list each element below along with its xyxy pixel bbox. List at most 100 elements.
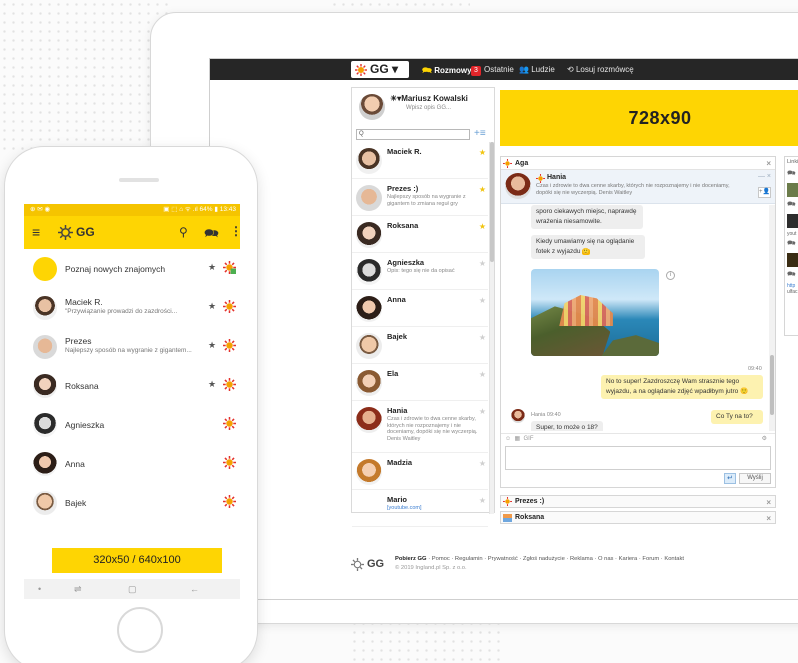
star-icon[interactable]: ★	[479, 222, 486, 231]
app-title: GG	[76, 225, 95, 239]
star-icon[interactable]: ★	[479, 459, 486, 468]
close-icon[interactable]: ×	[766, 157, 771, 170]
star-icon[interactable]: ★	[479, 185, 486, 194]
list-item[interactable]: Poznaj nowych znajomych ★	[24, 249, 240, 288]
contact-search-input[interactable]: Q	[356, 129, 470, 140]
contact-item[interactable]: Ela ★	[352, 364, 488, 401]
link-thumbnail[interactable]	[787, 214, 798, 228]
chat-tab-label: Aga	[515, 160, 529, 167]
contact-name: Roksana	[65, 381, 99, 391]
nav-label: Ludzie	[531, 65, 555, 74]
phone-screen: ⊕ ✉ ◉ ▣ ⬚ ⌂ ᯤ .ıl 64% ▮ 13:43 ≡ GG ⚲ 🗪 ⋮…	[24, 204, 240, 599]
home-button[interactable]	[117, 607, 163, 653]
star-icon[interactable]: ★	[208, 262, 216, 273]
list-item[interactable]: Prezes Najlepszy sposób na wygranie z gi…	[24, 327, 240, 366]
emoji-picker-icon[interactable]: ☺	[505, 436, 511, 442]
list-item[interactable]: Bajek	[24, 483, 240, 522]
avatar	[356, 296, 382, 322]
avatar	[511, 409, 525, 423]
minimize-icon[interactable]: — ×	[758, 173, 771, 180]
add-contact-icon[interactable]: +≡	[474, 128, 486, 139]
image-icon[interactable]: ▦	[514, 436, 520, 442]
back-icon[interactable]: ←	[190, 579, 199, 599]
home-icon[interactable]: ▢	[128, 579, 137, 599]
minimized-chat[interactable]: Roksana ×	[500, 511, 776, 524]
footer-nav[interactable]: · Pomoc · Regulamin · Prywatność · Zgłoś…	[428, 556, 684, 562]
message-input[interactable]	[505, 446, 771, 470]
ad-banner-320x50[interactable]: 320x50 / 640x100	[52, 548, 222, 573]
add-person-button[interactable]: +👤	[758, 187, 771, 198]
contact-name: Agnieszka	[387, 258, 425, 267]
close-icon[interactable]: ×	[766, 496, 771, 509]
star-icon[interactable]: ★	[479, 496, 486, 505]
minimized-chat[interactable]: Prezes :) ×	[500, 495, 776, 508]
close-icon[interactable]: ×	[766, 512, 771, 525]
contact-scrollbar[interactable]	[489, 142, 494, 514]
contact-name: Bajek	[387, 332, 408, 341]
avatar	[359, 94, 385, 120]
footer-logo-text: GG	[367, 558, 385, 570]
recent-apps-icon[interactable]: ⇌	[74, 579, 82, 599]
gif-button[interactable]: GIF	[524, 436, 534, 442]
my-status-input[interactable]: Wpisz opis GG...	[406, 105, 451, 111]
star-icon[interactable]: ★	[479, 148, 486, 157]
chat-tab-title[interactable]: Aga ×	[501, 157, 775, 170]
list-item[interactable]: Maciek R. "Przywiązanie prowadzi do zazd…	[24, 288, 240, 327]
contact-item[interactable]: Anna ★	[352, 290, 488, 327]
dot-icon[interactable]: •	[38, 579, 41, 599]
contact-item[interactable]: Madzia ★	[352, 453, 488, 490]
link-thumbnail[interactable]	[787, 253, 798, 267]
info-icon[interactable]: i	[666, 271, 675, 280]
gg-logo-button[interactable]: GG ▾	[351, 61, 409, 78]
scrollbar-thumb[interactable]	[770, 355, 774, 415]
list-item[interactable]: Agnieszka	[24, 405, 240, 444]
star-icon[interactable]: ★	[479, 296, 486, 305]
avatar	[33, 452, 57, 476]
gg-status-icon	[223, 456, 236, 469]
app-bar: ≡ GG ⚲ 🗪 ⋮	[24, 216, 240, 249]
star-icon[interactable]: ★	[479, 333, 486, 342]
star-icon[interactable]: ★	[208, 340, 216, 351]
contact-item[interactable]: Prezes :) Najlepszy sposób na wygranie z …	[352, 179, 488, 216]
star-icon[interactable]: ★	[208, 301, 216, 312]
contact-item[interactable]: Mario [youtube.com] ★	[352, 490, 488, 527]
contact-item[interactable]: Roksana ★	[352, 216, 488, 253]
gg-sun-icon	[355, 64, 367, 76]
contact-item[interactable]: Hania Czas i zdrowie to dwa cenne skarby,…	[352, 401, 488, 453]
hamburger-menu-icon[interactable]: ≡	[32, 224, 40, 240]
send-button[interactable]: Wyślij	[739, 473, 771, 484]
search-icon[interactable]: ⚲	[179, 225, 188, 239]
more-options-icon[interactable]: ⋮	[230, 224, 240, 238]
nav-people[interactable]: 👥 Ludzie	[519, 65, 555, 74]
contact-desc-link[interactable]: [youtube.com]	[387, 505, 479, 512]
link-thumbnail[interactable]	[787, 183, 798, 197]
nav-label: Ostatnie	[484, 65, 514, 74]
ad-banner-728x90[interactable]: 728x90	[500, 90, 798, 146]
contact-desc: Najlepszy sposób na wygranie z gigantem.…	[65, 347, 192, 354]
contact-item[interactable]: Agnieszka Opis: tego się nie da opisać ★	[352, 253, 488, 290]
star-icon[interactable]: ★	[208, 379, 216, 390]
settings-icon[interactable]: ⚙	[762, 434, 767, 444]
footer-links[interactable]: Pobierz GG · Pomoc · Regulamin · Prywatn…	[395, 556, 684, 562]
star-icon[interactable]: ★	[479, 259, 486, 268]
contact-desc: Czas i zdrowie to dwa cenne skarby, któr…	[387, 416, 478, 442]
android-nav-bar: • ⇌ ▢ ←	[24, 579, 240, 599]
download-link[interactable]: Pobierz GG	[395, 556, 427, 562]
contact-item[interactable]: Maciek R. ★	[352, 142, 488, 179]
scrollbar-thumb[interactable]	[490, 142, 494, 262]
chat-scrollbar[interactable]	[769, 205, 775, 431]
contact-name: Roksana	[387, 221, 419, 230]
contact-name: Hania	[387, 406, 408, 415]
new-chat-icon[interactable]: 🗪	[204, 224, 219, 245]
shared-photo[interactable]	[531, 269, 659, 356]
nav-random-chat[interactable]: ⟲ Losuj rozmówcę	[567, 65, 634, 74]
star-icon[interactable]: ★	[479, 407, 486, 416]
my-profile[interactable]: ☀▾Mariusz Kowalski Wpisz opis GG...	[352, 88, 494, 128]
list-item[interactable]: Anna	[24, 444, 240, 483]
contact-item[interactable]: Bajek ★	[352, 327, 488, 364]
enter-icon[interactable]: ↵	[724, 473, 736, 484]
list-item[interactable]: Roksana ★	[24, 366, 240, 405]
nav-conversations[interactable]: 🗪 Rozmowy	[422, 65, 472, 79]
star-icon[interactable]: ★	[479, 370, 486, 379]
nav-recent[interactable]: 3 Ostatnie	[471, 65, 514, 76]
